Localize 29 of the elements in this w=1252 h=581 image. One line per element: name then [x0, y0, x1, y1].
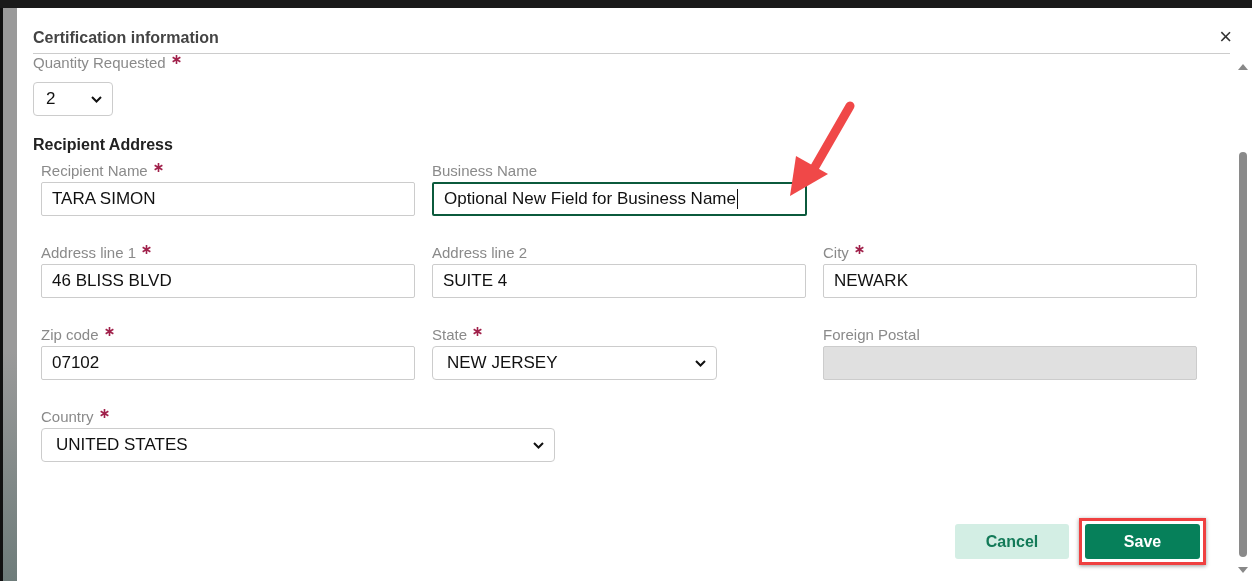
section-heading: Recipient Address	[33, 136, 174, 155]
scroll-down-icon[interactable]	[1238, 567, 1248, 573]
field-label: Quantity Requested	[33, 54, 166, 71]
quantity-dropdown[interactable]: 2	[33, 82, 113, 116]
field-label: Recipient Name	[41, 162, 148, 179]
close-button[interactable]: ×	[1219, 27, 1232, 47]
field-label: Zip code	[41, 326, 99, 343]
scroll-up-icon[interactable]	[1238, 64, 1248, 70]
input-field[interactable]: TARA SIMON	[41, 182, 415, 216]
dialog-title: Certification information	[33, 29, 219, 47]
input-field[interactable]: 46 BLISS BLVD	[41, 264, 415, 298]
field-label: Country	[41, 408, 94, 425]
dropdown[interactable]: NEW JERSEY	[432, 346, 717, 380]
field-label: City	[823, 244, 849, 261]
input-field[interactable]: NEWARK	[823, 264, 1197, 298]
field-label: Business Name	[432, 162, 538, 179]
field-label: Address line 1	[41, 244, 137, 261]
chevron-icon	[91, 95, 102, 103]
chevron-icon	[695, 359, 706, 367]
field-label: State	[432, 326, 468, 343]
input-field[interactable]: Optional New Field for Business Name	[432, 182, 807, 216]
field-label: Foreign Postal	[823, 326, 920, 343]
save-button[interactable]: Save	[1085, 524, 1200, 559]
input-field[interactable]: SUITE 4	[432, 264, 806, 298]
cancel-button[interactable]: Cancel	[955, 524, 1069, 559]
chevron-icon	[533, 441, 544, 449]
field-label: Address line 2	[432, 244, 528, 261]
input-field[interactable]: 07102	[41, 346, 415, 380]
dropdown[interactable]: UNITED STATES	[41, 428, 555, 462]
